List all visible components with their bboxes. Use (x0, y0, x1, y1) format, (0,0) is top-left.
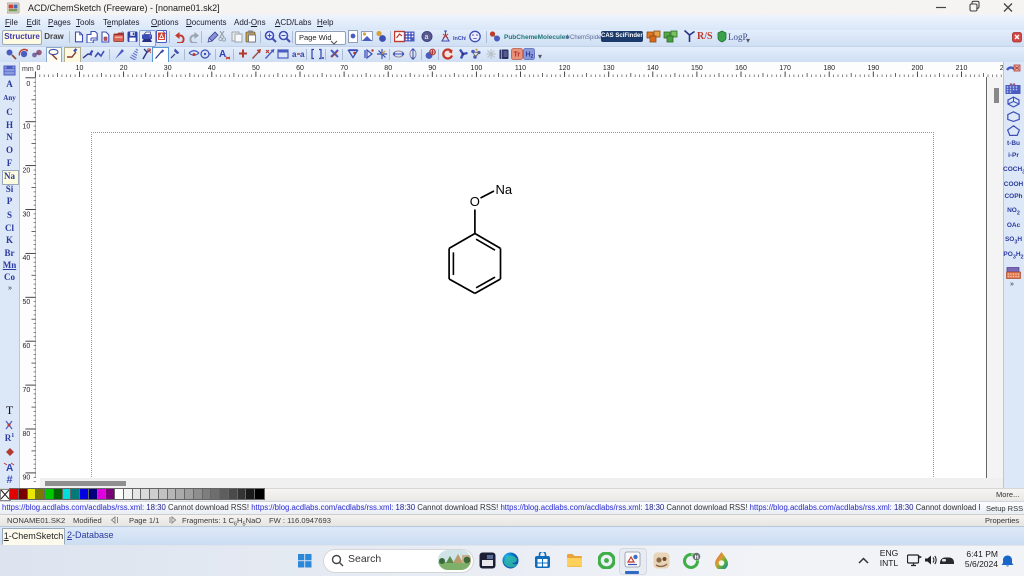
svg-text:0: 0 (37, 65, 41, 72)
svg-text:0: 0 (26, 81, 30, 88)
svg-text:90: 90 (23, 475, 31, 482)
svg-text:Tr: Tr (514, 52, 521, 59)
svg-text:60: 60 (296, 65, 304, 72)
svg-text:90: 90 (428, 65, 436, 72)
svg-text:Na: Na (496, 182, 513, 197)
svg-text:O: O (470, 194, 480, 209)
svg-text:a: a (300, 50, 305, 59)
svg-text:10: 10 (23, 124, 31, 131)
svg-text:180: 180 (823, 65, 835, 72)
svg-text:50: 50 (252, 65, 260, 72)
svg-text:80: 80 (384, 65, 392, 72)
svg-text:H: H (695, 555, 699, 561)
svg-text:140: 140 (647, 65, 659, 72)
svg-text:100: 100 (471, 65, 483, 72)
svg-text:20: 20 (120, 65, 128, 72)
svg-text:30: 30 (23, 211, 31, 218)
svg-text:30: 30 (164, 65, 172, 72)
svg-text:10: 10 (76, 65, 84, 72)
svg-text:80: 80 (23, 431, 31, 438)
svg-text:40: 40 (208, 65, 216, 72)
svg-text:200: 200 (912, 65, 924, 72)
svg-text:60: 60 (23, 343, 31, 350)
svg-text:170: 170 (779, 65, 791, 72)
svg-text:130: 130 (603, 65, 615, 72)
svg-text:a: a (292, 50, 297, 59)
svg-text:a: a (425, 34, 429, 41)
svg-text:120: 120 (559, 65, 571, 72)
svg-text:150: 150 (691, 65, 703, 72)
svg-text:InChI: InChI (453, 36, 466, 42)
svg-text:50: 50 (23, 299, 31, 306)
svg-text:A: A (219, 49, 226, 60)
svg-text:70: 70 (23, 387, 31, 394)
svg-text:20: 20 (23, 167, 31, 174)
svg-text:2: 2 (531, 54, 534, 60)
svg-text:70: 70 (340, 65, 348, 72)
svg-text:160: 160 (735, 65, 747, 72)
svg-text:110: 110 (515, 65, 526, 72)
svg-text:210: 210 (956, 65, 968, 72)
svg-text:40: 40 (23, 255, 31, 262)
svg-text:190: 190 (867, 65, 879, 72)
